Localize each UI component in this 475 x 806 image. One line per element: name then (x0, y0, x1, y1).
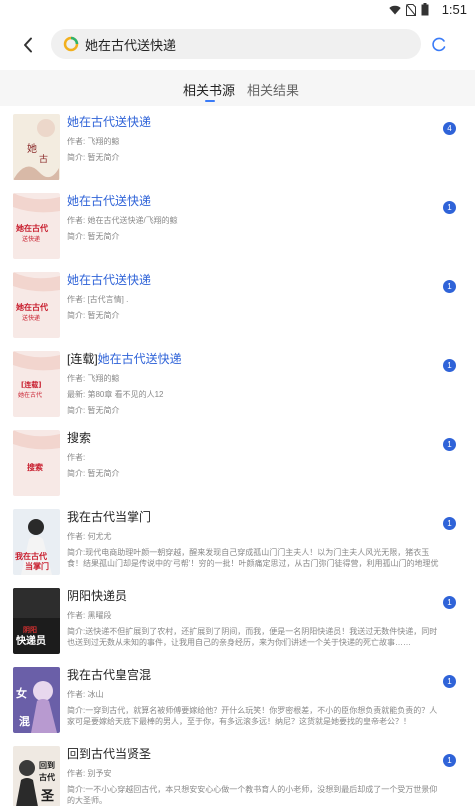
source-count-badge: 1 (443, 280, 456, 293)
svg-text:女: 女 (16, 686, 27, 700)
status-bar: 1:51 (0, 0, 475, 20)
result-list: 她 古 她在古代送快递 作者: 飞翔的鲸 简介: 暂无简介 4 她在古代 送快递… (0, 108, 475, 806)
book-latest-chapter: 最新: 第80章 看不见的人12 (67, 390, 164, 399)
book-intro: 简介: 暂无简介 (67, 153, 120, 162)
svg-text:[连载]: [连载] (21, 380, 41, 389)
source-count-badge: 1 (443, 359, 456, 372)
svg-text:搜索: 搜索 (27, 462, 43, 472)
book-title: [连载]她在古代送快递 (67, 351, 439, 368)
list-item[interactable]: 她在古代 送快递 她在古代送快递 作者: 她在古代送快递/飞翔的鲸 简介: 暂无… (0, 187, 475, 266)
svg-text:她在古代: 她在古代 (16, 302, 48, 312)
svg-text:送快递: 送快递 (22, 235, 40, 243)
book-title: 她在古代送快递 (67, 194, 152, 208)
source-count-badge: 1 (443, 438, 456, 451)
book-title: 她在古代送快递 (67, 273, 152, 287)
book-intro: 简介:一不小心穿越回古代，本只想安安心心做一个教书育人的小老师，没想到最后却成了… (67, 785, 438, 805)
svg-text:古: 古 (39, 153, 48, 165)
tabs-bar: 相关书源 相关结果 (0, 70, 475, 106)
search-box[interactable] (51, 29, 421, 59)
back-button[interactable] (16, 33, 40, 57)
book-cover: 她在古代 送快递 (13, 272, 60, 338)
book-cover: 女 混 (13, 667, 60, 733)
book-cover: 搜索 (13, 430, 60, 496)
list-item[interactable]: 她 古 她在古代送快递 作者: 飞翔的鲸 简介: 暂无简介 4 (0, 108, 475, 187)
book-title: 我在古代当掌门 (67, 510, 152, 524)
source-count-badge: 4 (443, 122, 456, 135)
book-cover: 我在古代 当掌门 (13, 509, 60, 575)
list-item[interactable]: 回到 古代 圣 回到古代当贤圣 作者: 别予安 简介:一不小心穿越回古代，本只想… (0, 740, 475, 806)
book-title: 阴阳快递员 (67, 589, 128, 603)
list-item[interactable]: 阴阳 快递员 阴阳快递员 作者: 黑曜段 简介:送快递不但扩展到了农村，还扩展到… (0, 582, 475, 661)
search-engine-logo-icon (63, 36, 79, 52)
svg-text:她在古代: 她在古代 (18, 391, 42, 399)
source-count-badge: 1 (443, 754, 456, 767)
book-author: 作者: 她在古代送快递/飞翔的鲸 (67, 216, 178, 225)
book-cover: [连载] 她在古代 (13, 351, 60, 417)
svg-text:混: 混 (19, 714, 30, 728)
tab-related-sources[interactable]: 相关书源 (183, 80, 235, 99)
book-title: 搜索 (67, 431, 92, 445)
svg-text:送快递: 送快递 (22, 314, 40, 322)
book-author: 作者: 冰山 (67, 690, 104, 699)
book-intro: 简介: 暂无简介 (67, 406, 120, 415)
book-author: 作者: 飞翔的鲸 (67, 137, 120, 146)
source-count-badge: 1 (443, 596, 456, 609)
book-cover: 她在古代 送快递 (13, 193, 60, 259)
svg-text:古代: 古代 (39, 772, 55, 782)
book-title: 她在古代送快递 (67, 115, 152, 129)
book-intro: 简介: 暂无简介 (67, 311, 120, 320)
book-cover: 回到 古代 圣 (13, 746, 60, 806)
svg-text:她在古代: 她在古代 (16, 223, 48, 233)
list-item[interactable]: 搜索 搜索 作者: 简介: 暂无简介 1 (0, 424, 475, 503)
svg-text:当掌门: 当掌门 (25, 561, 49, 571)
book-title-prefix: [连载] (67, 352, 98, 366)
refresh-icon[interactable] (430, 35, 450, 55)
book-cover: 阴阳 快递员 (13, 588, 60, 654)
search-input[interactable] (85, 36, 385, 52)
book-author: 作者: [古代言情] . (67, 295, 129, 304)
book-cover: 她 古 (13, 114, 60, 180)
book-intro: 简介: 暂无简介 (67, 232, 120, 241)
list-item[interactable]: 她在古代 送快递 她在古代送快递 作者: [古代言情] . 简介: 暂无简介 1 (0, 266, 475, 345)
svg-text:快递员: 快递员 (15, 634, 46, 647)
book-author: 作者: 别予安 (67, 769, 112, 778)
list-item[interactable]: 我在古代 当掌门 我在古代当掌门 作者: 何尤尤 简介:现代电商助理叶颜一朝穿越… (0, 503, 475, 582)
tab-related-results[interactable]: 相关结果 (247, 80, 299, 99)
book-author: 作者: (67, 453, 86, 462)
book-author: 作者: 飞翔的鲸 (67, 374, 120, 383)
book-intro: 简介:一穿到古代，就算名被师傅要嫁给他？开什么玩笑！你罗密根差，不小的臣你想负责… (67, 706, 438, 726)
battery-icon (421, 3, 429, 16)
no-sim-icon (406, 3, 416, 16)
list-item[interactable]: [连载] 她在古代 [连载]她在古代送快递 作者: 飞翔的鲸 最新: 第80章 … (0, 345, 475, 424)
source-count-badge: 1 (443, 675, 456, 688)
book-author: 作者: 何尤尤 (67, 532, 112, 541)
svg-text:阴阳: 阴阳 (23, 625, 37, 634)
svg-text:回到: 回到 (39, 760, 55, 770)
svg-text:圣: 圣 (41, 789, 55, 804)
book-intro: 简介:现代电商助理叶颜一朝穿越，醒来发现自己穿成孤山门门主夫人！以为门主夫人风光… (67, 548, 439, 568)
wifi-icon (389, 5, 401, 14)
book-intro: 简介:送快递不但扩展到了农村，还扩展到了阴间，而我，便是一名阴阳快递员！我送过无… (67, 627, 438, 647)
search-bar (0, 29, 475, 61)
book-author: 作者: 黑曜段 (67, 611, 112, 620)
active-tab-indicator (205, 100, 215, 102)
back-arrow-icon (24, 37, 32, 53)
book-title-match: 她在古代送快递 (97, 352, 182, 366)
book-intro: 简介: 暂无简介 (67, 469, 120, 478)
status-time: 1:51 (441, 2, 467, 17)
book-title: 我在古代皇宫混 (67, 668, 152, 682)
svg-text:我在古代: 我在古代 (15, 551, 47, 561)
source-count-badge: 1 (443, 517, 456, 530)
list-item[interactable]: 女 混 我在古代皇宫混 作者: 冰山 简介:一穿到古代，就算名被师傅要嫁给他？开… (0, 661, 475, 740)
svg-text:她: 她 (27, 142, 37, 155)
book-title: 回到古代当贤圣 (67, 747, 152, 761)
source-count-badge: 1 (443, 201, 456, 214)
status-icons (389, 3, 429, 16)
